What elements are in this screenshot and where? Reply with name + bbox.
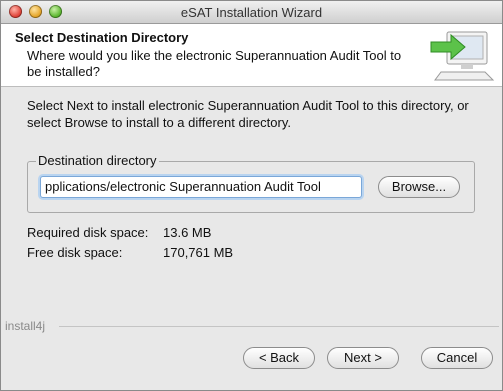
- required-space-value: 13.6 MB: [163, 225, 212, 240]
- next-button[interactable]: Next >: [327, 347, 399, 369]
- destination-group: Destination directory pplications/electr…: [27, 153, 475, 213]
- step-title: Select Destination Directory: [15, 30, 189, 45]
- free-space-label: Free disk space:: [27, 245, 123, 260]
- intro-text: Select Next to install electronic Supera…: [27, 98, 469, 130]
- destination-legend: Destination directory: [36, 153, 159, 168]
- cancel-button[interactable]: Cancel: [421, 347, 493, 369]
- destination-path-input[interactable]: pplications/electronic Superannuation Au…: [40, 176, 362, 198]
- back-button[interactable]: < Back: [243, 347, 315, 369]
- wizard-header: Select Destination Directory Where would…: [1, 24, 502, 87]
- installer-computer-icon: [430, 31, 495, 81]
- install4j-brand: install4j: [5, 319, 46, 333]
- title-bar[interactable]: eSAT Installation Wizard: [1, 1, 502, 24]
- installer-window: eSAT Installation Wizard Select Destinat…: [0, 0, 503, 391]
- free-space-value: 170,761 MB: [163, 245, 234, 260]
- required-space-label: Required disk space:: [27, 225, 149, 240]
- footer-divider: [59, 326, 499, 327]
- window-title: eSAT Installation Wizard: [180, 5, 323, 20]
- step-subtitle: Where would you like the electronic Supe…: [27, 48, 402, 79]
- browse-button[interactable]: Browse...: [378, 176, 460, 198]
